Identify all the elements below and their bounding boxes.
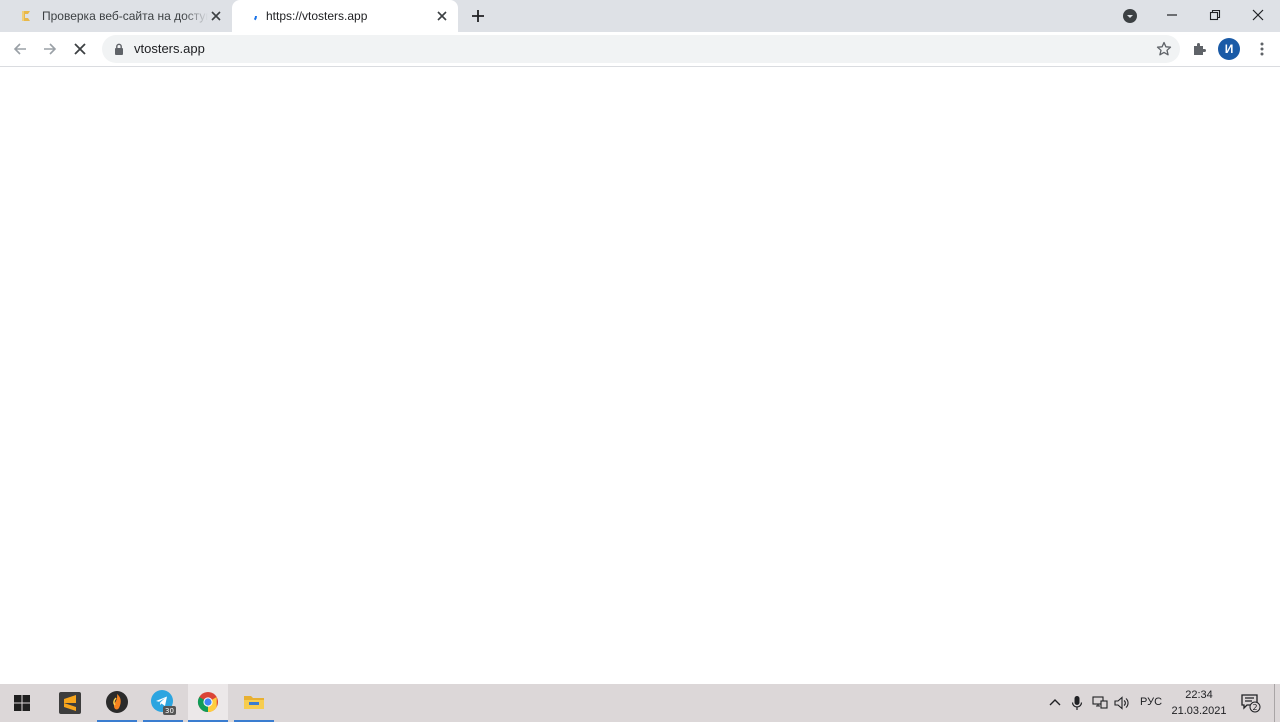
taskbar-clock[interactable]: 22:34 21.03.2021 <box>1168 687 1230 719</box>
restore-icon <box>1209 9 1221 21</box>
windows-logo-icon <box>14 695 30 711</box>
close-icon[interactable] <box>434 8 450 24</box>
microphone-icon[interactable] <box>1069 695 1085 711</box>
chevron-up-icon[interactable] <box>1047 695 1063 711</box>
tab-title: Проверка веб-сайта на доступн <box>42 9 208 23</box>
close-icon[interactable] <box>208 8 224 24</box>
plus-icon <box>472 10 484 22</box>
telegram-icon: 30 <box>151 690 176 715</box>
windows-taskbar: 30 РУС 22:34 21.03.2021 2 <box>0 684 1280 722</box>
extensions-button[interactable] <box>1187 37 1211 61</box>
puzzle-icon <box>1194 43 1206 55</box>
start-button[interactable] <box>2 684 42 722</box>
chevron-down-icon <box>1123 9 1137 23</box>
chrome-icon <box>197 692 218 713</box>
tab-site-check[interactable]: Проверка веб-сайта на доступн <box>8 0 232 32</box>
restore-button[interactable] <box>1193 0 1237 30</box>
show-desktop-button[interactable] <box>1274 684 1275 722</box>
profile-avatar[interactable]: И <box>1218 38 1240 60</box>
kebab-menu-icon <box>1260 42 1264 56</box>
volume-icon[interactable] <box>1114 695 1130 711</box>
telegram-badge: 30 <box>165 707 174 715</box>
sublime-text-icon <box>59 692 81 714</box>
minimize-icon <box>1167 14 1177 16</box>
stop-icon <box>74 43 86 55</box>
loading-spinner-icon <box>242 8 258 24</box>
minimize-button[interactable] <box>1150 0 1194 30</box>
clock-time: 22:34 <box>1185 689 1213 701</box>
close-icon <box>1252 9 1264 21</box>
tab-vtosters[interactable]: https://vtosters.app <box>232 0 458 32</box>
taskbar-fl-studio[interactable] <box>97 684 137 722</box>
stop-loading-button[interactable] <box>68 37 92 61</box>
forward-button[interactable] <box>38 37 62 61</box>
new-tab-button[interactable] <box>468 6 488 26</box>
taskbar-sublime-text[interactable] <box>50 684 90 722</box>
tab-search-button[interactable] <box>1120 6 1140 26</box>
url-text[interactable]: vtosters.app <box>134 41 205 56</box>
lock-icon[interactable] <box>112 42 126 56</box>
notifications-icon[interactable]: 2 <box>1241 693 1261 713</box>
folder-icon <box>244 696 264 709</box>
bookmark-star-icon[interactable] <box>1156 41 1172 57</box>
address-bar[interactable]: vtosters.app <box>102 35 1180 63</box>
tab-title: https://vtosters.app <box>266 9 368 23</box>
tab-strip: Проверка веб-сайта на доступн https://vt… <box>0 0 1280 32</box>
clock-date: 21.03.2021 <box>1171 705 1227 717</box>
back-button[interactable] <box>8 37 32 61</box>
notification-count: 2 <box>1252 703 1257 712</box>
taskbar-file-explorer[interactable] <box>234 684 274 722</box>
page-viewport[interactable] <box>0 67 1280 684</box>
taskbar-telegram[interactable]: 30 <box>143 684 183 722</box>
close-window-button[interactable] <box>1236 0 1280 30</box>
arrow-right-icon <box>44 43 57 55</box>
arrow-left-icon <box>13 43 26 55</box>
network-icon[interactable] <box>1092 695 1108 711</box>
taskbar-chrome[interactable] <box>188 684 228 722</box>
site-check-favicon-icon <box>18 8 34 24</box>
fl-studio-icon <box>106 691 128 713</box>
browser-menu-button[interactable] <box>1250 37 1274 61</box>
input-language[interactable]: РУС <box>1140 696 1162 708</box>
browser-toolbar: vtosters.app И <box>0 32 1280 67</box>
